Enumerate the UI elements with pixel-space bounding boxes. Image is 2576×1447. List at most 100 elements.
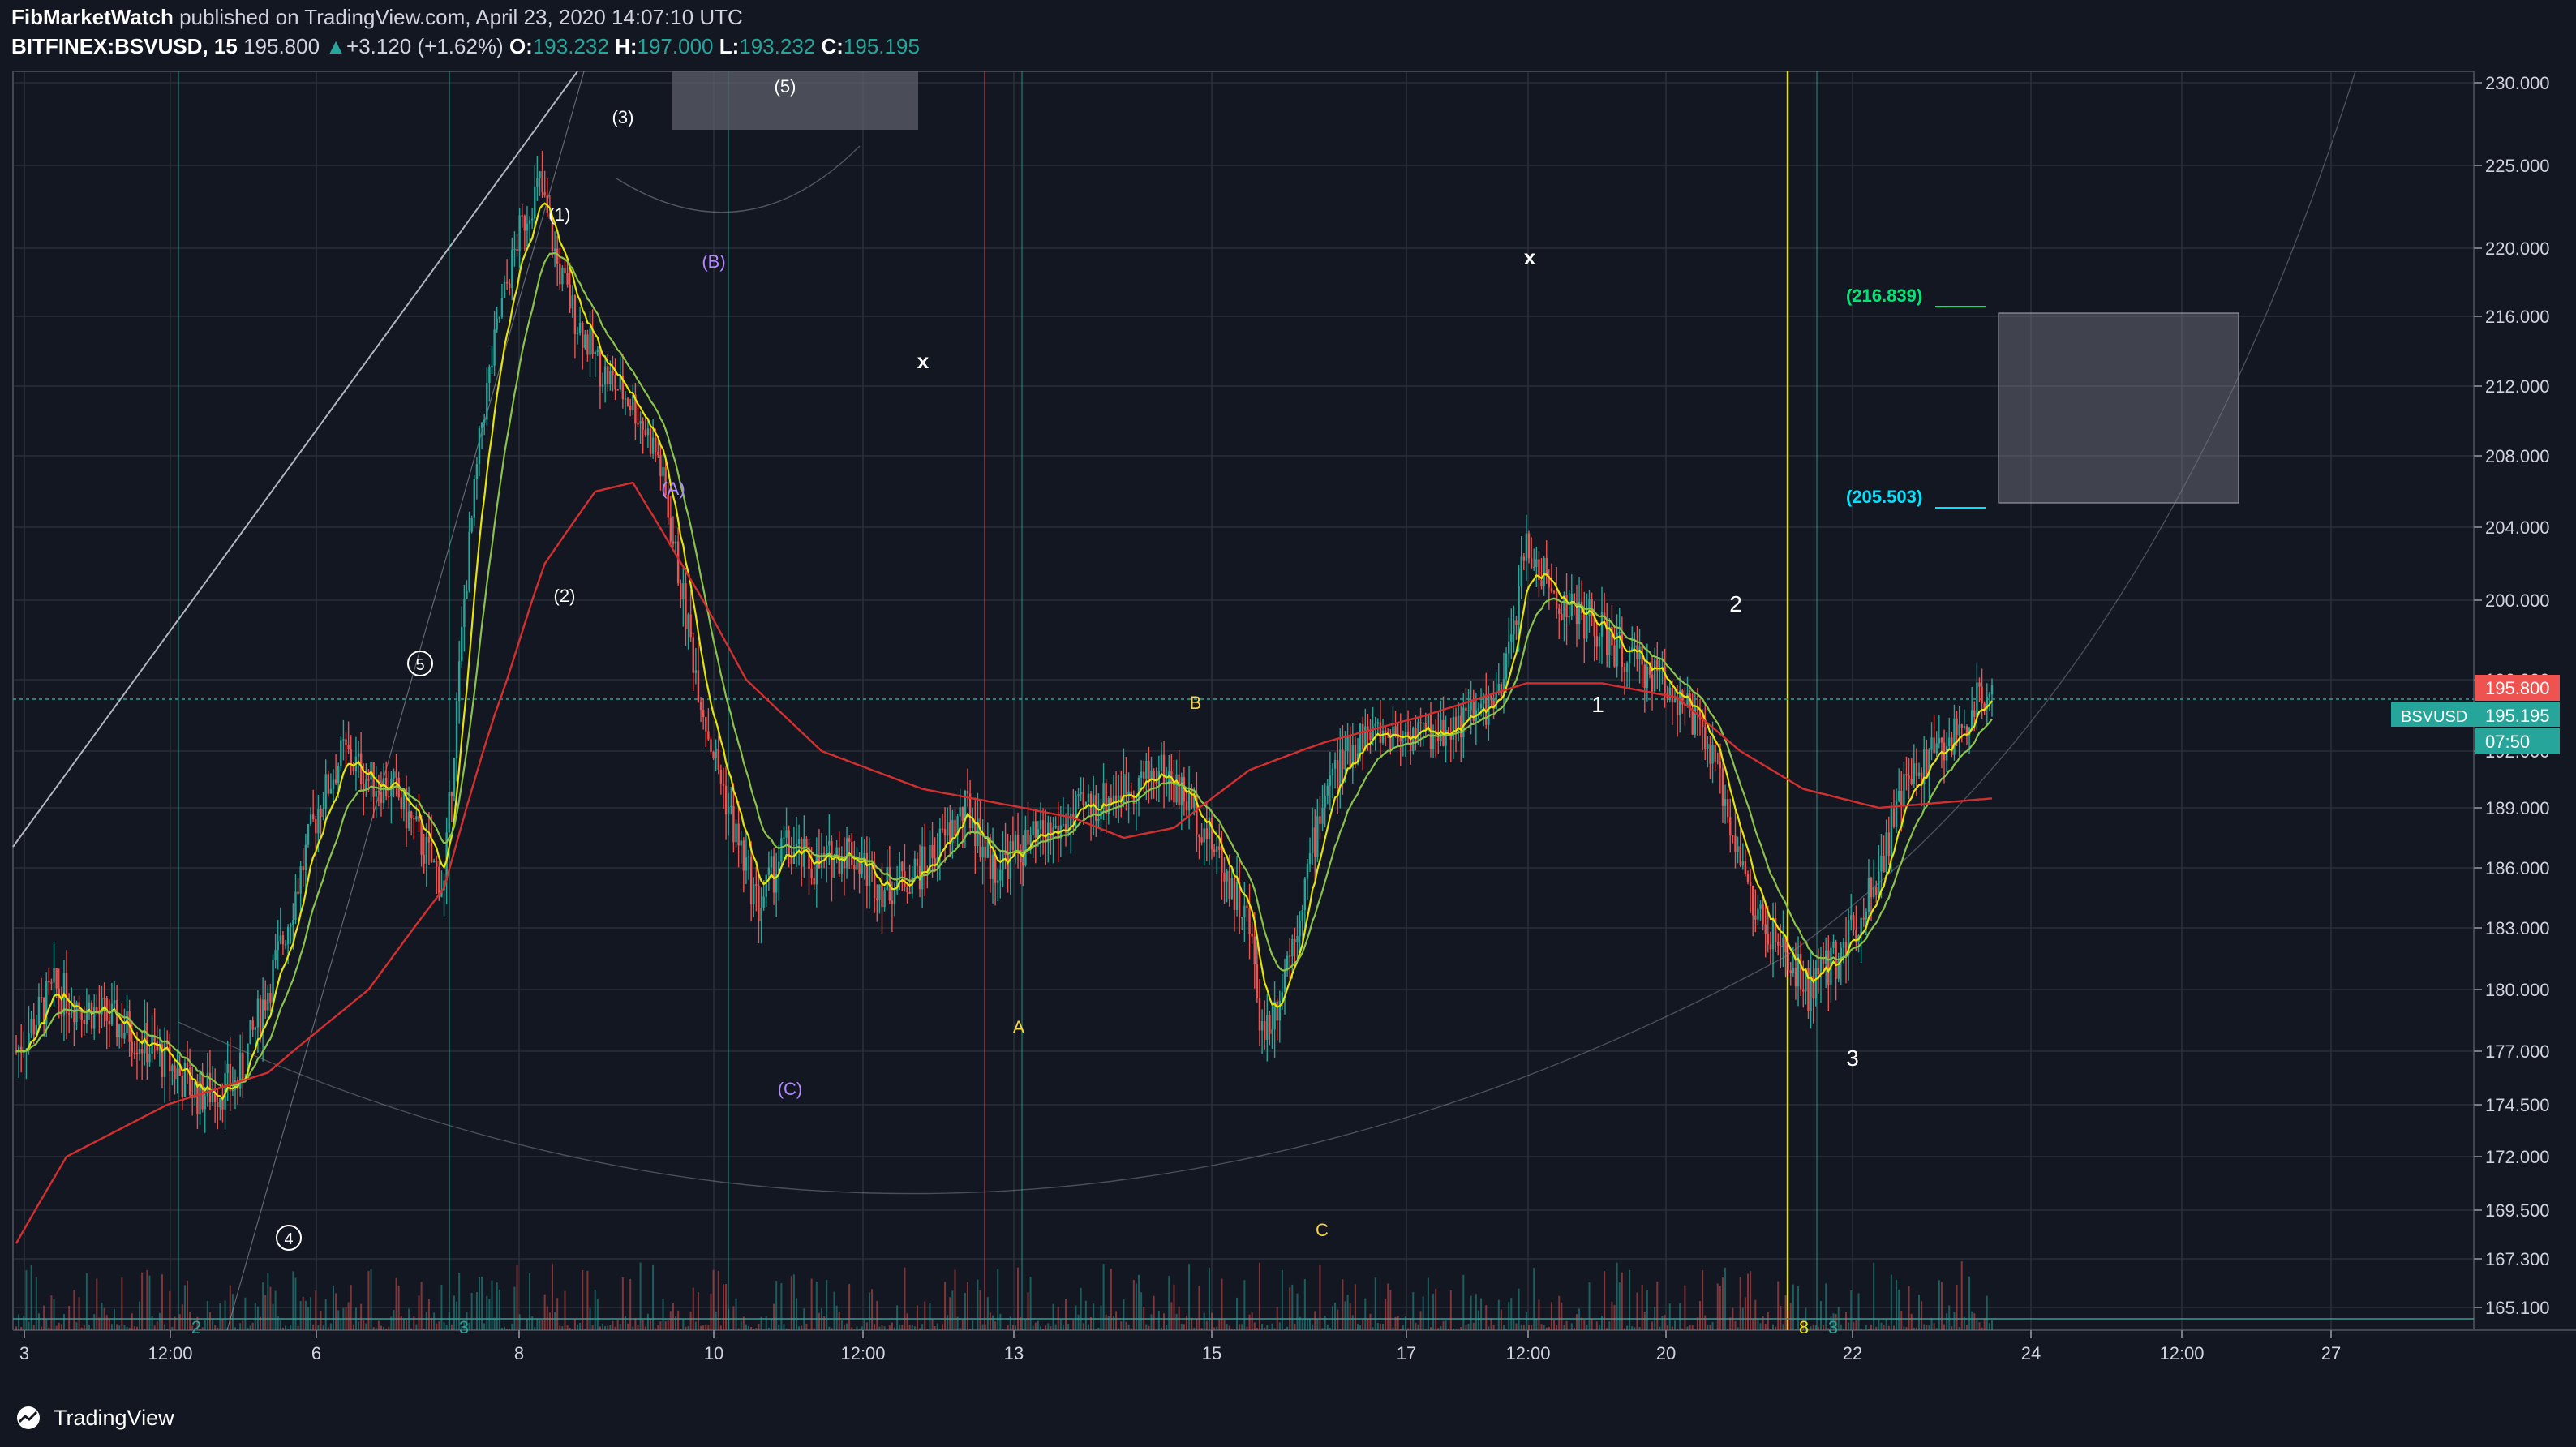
candle-body — [899, 861, 901, 879]
volume-bar — [1629, 1269, 1631, 1330]
volume-bar — [1976, 1320, 1978, 1330]
volume-bar — [758, 1323, 760, 1330]
candle-body — [1379, 722, 1382, 743]
volume-bar — [88, 1324, 90, 1330]
volume-bar — [302, 1296, 304, 1330]
candle-body — [1289, 955, 1291, 957]
volume-bar — [440, 1284, 443, 1330]
candle-body — [1948, 737, 1951, 746]
candle-body — [1565, 595, 1568, 618]
tradingview-logo-icon[interactable] — [11, 1406, 45, 1430]
volume-bar — [1613, 1304, 1616, 1330]
candle-body — [715, 748, 717, 758]
volume-bar — [1452, 1329, 1454, 1330]
candle-body — [646, 428, 650, 436]
candle-body — [292, 919, 294, 925]
volume-bar — [1943, 1324, 1946, 1330]
volume-bar — [294, 1277, 297, 1330]
candle-body — [1653, 659, 1656, 692]
volume-bar — [1548, 1326, 1550, 1330]
candle-body — [457, 661, 461, 702]
volume-bar — [1664, 1315, 1666, 1330]
volume-bar — [1429, 1327, 1432, 1330]
candle-body — [530, 218, 534, 221]
volume-bar — [1258, 1262, 1260, 1330]
volume-bar — [1422, 1296, 1424, 1330]
candle-body — [732, 805, 735, 843]
candle-body — [1278, 1000, 1281, 1021]
volume-bar — [770, 1319, 772, 1330]
volume-bar — [1157, 1311, 1160, 1330]
volume-bar — [1485, 1305, 1488, 1330]
volume-bar — [1097, 1327, 1100, 1330]
candle-body — [662, 467, 664, 477]
volume-bar — [1387, 1283, 1389, 1330]
price-chart[interactable]: (5) (3) (1) (2) 5 4 (B) (A) (C) B A C 1 … — [0, 0, 2576, 1447]
volume-bar — [650, 1319, 652, 1330]
tradingview-brand[interactable]: TradingView — [54, 1406, 174, 1431]
volume-bar — [1794, 1329, 1797, 1330]
candle-body — [1890, 808, 1893, 857]
volume-bar — [15, 1326, 17, 1330]
volume-bar — [126, 1326, 128, 1330]
wave-label-1-paren: (1) — [549, 204, 571, 225]
candle-body — [332, 779, 335, 789]
candle-body — [259, 998, 262, 1033]
volume-bar — [1442, 1320, 1445, 1330]
candle-body — [1316, 816, 1319, 857]
volume-bar — [1465, 1324, 1467, 1330]
candle-body — [1082, 792, 1084, 806]
candle-body — [767, 867, 771, 875]
volume-bar — [1782, 1324, 1784, 1330]
volume-bar — [1928, 1325, 1930, 1330]
volume-bar — [1699, 1301, 1702, 1330]
candle-body — [1895, 800, 1898, 827]
volume-bar — [1382, 1324, 1385, 1330]
candle-body — [1714, 745, 1716, 762]
candle-body — [1331, 768, 1334, 776]
volume-bar — [1983, 1318, 1986, 1330]
wave-count-2: 2 — [1729, 591, 1742, 616]
candle-body — [88, 1002, 91, 1010]
x-tick-label: 12:00 — [148, 1343, 192, 1363]
trendline-faint — [226, 71, 585, 1331]
volume-bar — [1404, 1316, 1406, 1330]
candle-body — [1908, 775, 1910, 779]
volume-bar — [1515, 1323, 1518, 1330]
volume-bar — [655, 1328, 657, 1330]
volume-bar — [133, 1325, 135, 1330]
volume-bar — [1472, 1322, 1475, 1330]
candle-body — [1329, 775, 1332, 786]
candle-body — [1392, 726, 1394, 750]
volume-bar — [795, 1298, 797, 1330]
candle-body — [1210, 817, 1213, 850]
symbol-tag-price: 195.195 — [2485, 706, 2550, 726]
fib-label-216: (216.839) — [1846, 286, 1922, 306]
volume-bar — [1034, 1322, 1037, 1330]
candle-body — [528, 220, 531, 224]
candle-body — [1346, 736, 1349, 752]
volume-bar — [385, 1329, 388, 1330]
candle-body — [1819, 958, 1823, 975]
volume-bar — [1342, 1279, 1344, 1330]
volume-bar — [360, 1303, 363, 1330]
volume-bar — [659, 1321, 662, 1330]
candle-body — [1180, 777, 1183, 805]
candle-body — [1218, 846, 1221, 850]
candle-body — [1077, 794, 1080, 796]
candle-body — [1926, 749, 1928, 778]
volume-bar — [262, 1282, 264, 1330]
volume-bar — [307, 1307, 309, 1330]
volume-bar — [1948, 1305, 1951, 1330]
volume-bar — [1042, 1329, 1045, 1330]
time-axis[interactable]: 3 12:00 6 8 10 12:00 13 15 17 12:00 20 22 24 12:00 27 — [19, 1330, 2341, 1363]
volume-bar — [632, 1326, 634, 1330]
volume-bar — [1309, 1319, 1312, 1330]
volume-bar — [443, 1322, 445, 1330]
volume-bar — [614, 1326, 616, 1330]
candle-body — [322, 809, 324, 818]
candle-body — [1507, 641, 1510, 654]
volume-bar — [377, 1320, 380, 1330]
price-tags: 195.800 BSVUSD 195.195 07:50 — [2391, 675, 2560, 754]
candle-body — [267, 992, 269, 1011]
